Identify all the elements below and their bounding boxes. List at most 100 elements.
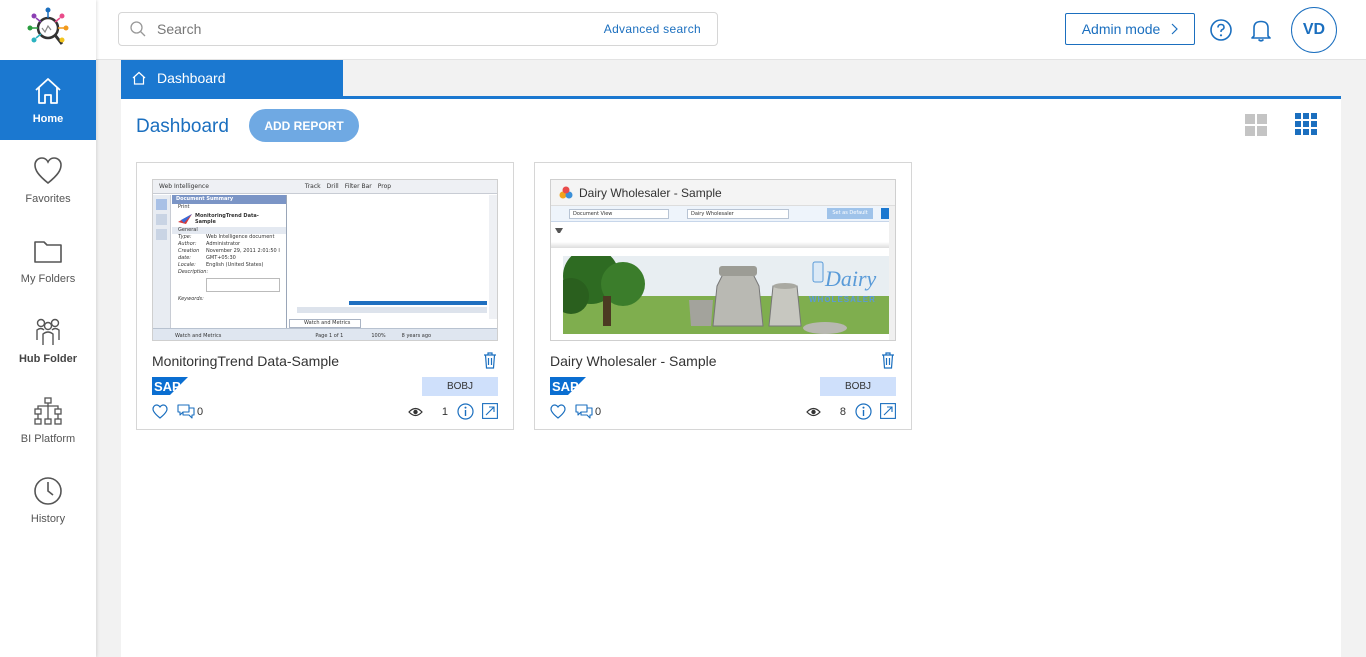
nav-label: BI Platform [20,433,76,445]
report-title[interactable]: Dairy Wholesaler - Sample [550,353,717,369]
sap-logo-icon: SAP [152,377,188,395]
admin-mode-label: Admin mode [1081,21,1161,37]
nav-item-favorites[interactable]: Favorites [0,140,96,220]
small-grid-view-icon[interactable] [1295,113,1317,135]
report-card: Web Intelligence Track Drill Filter Bar … [136,162,514,430]
comment-count: 0 [595,406,602,418]
report-doc-icon [178,214,192,224]
eye-icon [806,407,821,417]
sidebar: Home Favorites My Folders Hub Folder BI … [0,0,96,657]
thumbnail-text: Creation date: [178,248,200,261]
comment-icon[interactable] [575,404,593,420]
expand-icon[interactable] [482,403,498,419]
nav-item-home[interactable]: Home [0,60,96,140]
view-count: 8 [839,406,846,418]
main-content: Dashboard Dashboard ADD REPORT Web Intel… [121,60,1341,657]
large-grid-view-icon[interactable] [1245,114,1267,136]
thumbnail-text: Dairy Wholesaler - Sample [579,185,722,200]
hierarchy-icon [34,397,62,425]
thumbnail-side-strip [153,195,171,330]
nav-label: History [30,513,66,525]
trash-icon[interactable] [881,352,895,369]
svg-text:SAP: SAP [154,379,181,394]
card-footer: 0 1 [152,403,498,421]
report-title[interactable]: MonitoringTrend Data-Sample [152,353,339,369]
thumbnail-text: Web Intelligence [159,183,209,190]
nav-item-hub-folder[interactable]: Hub Folder [0,300,96,380]
info-icon[interactable] [855,403,872,420]
thumbnail-text: 8 years ago [401,332,432,339]
thumbnail-text: Watch and Metrics [175,332,222,339]
thumbnail-text: English (United States) [206,262,264,268]
thumbnail-text: Page 1 of 1 [315,332,344,339]
thumbnail-document-area [289,195,497,319]
home-icon [35,78,61,104]
thumbnail-filter-area [551,222,895,248]
nav-item-bi-platform[interactable]: BI Platform [0,380,96,460]
nav-item-history[interactable]: History [0,460,96,540]
tab-label: Dashboard [157,70,226,86]
thumbnail-text: Prop [377,183,392,190]
search-icon[interactable] [129,20,147,38]
advanced-search-link[interactable]: Advanced search [604,22,701,36]
comment-count: 0 [197,406,204,418]
view-count: 1 [441,406,448,418]
thumbnail-text: Locale: [178,262,196,268]
bell-icon[interactable] [1250,18,1272,42]
thumbnail-toolbar: Web Intelligence Track Drill Filter Bar … [153,180,497,194]
nav-item-my-folders[interactable]: My Folders [0,220,96,300]
app-logo[interactable] [0,0,96,60]
page-title: Dashboard [136,116,229,137]
search-input[interactable] [157,14,604,44]
banner-text: Dairy [824,266,877,291]
thumbnail-toolbar: Document View Dairy Wholesaler Set as De… [551,206,895,222]
nav-label: Home [32,113,64,125]
thumbnail-text: Web Intelligence document [206,234,275,240]
home-icon [132,71,146,85]
thumbnail-text: Filter Bar [344,183,372,190]
thumbnail-text: Print [178,204,190,210]
search-box: Advanced search [118,12,718,46]
people-icon [36,318,60,345]
info-icon[interactable] [457,403,474,420]
tab-dashboard[interactable]: Dashboard [121,60,343,96]
thumbnail-text: MonitoringTrend Data-Sample [195,213,259,225]
nav-label: Hub Folder [18,353,78,365]
svg-text:SAP: SAP [552,379,579,394]
thumbnail-text: Document Summary [172,195,286,204]
heart-icon[interactable] [550,404,566,419]
top-bar: Advanced search Admin mode VD [96,0,1366,60]
heart-icon [34,157,62,185]
logo-icon [27,7,69,45]
user-avatar[interactable]: VD [1291,7,1337,53]
thumbnail-summary-panel: Document Summary Print MonitoringTrend D… [172,195,287,330]
report-thumbnail[interactable]: Dairy Wholesaler - Sample Document View … [550,179,896,341]
thumbnail-text: Type: [178,234,192,240]
dairy-banner-image: Dairy WHOLESALER [563,256,893,334]
admin-mode-button[interactable]: Admin mode [1065,13,1195,45]
trash-icon[interactable] [483,352,497,369]
dashboard-logo-icon [559,186,573,198]
thumbnail-text: Drill [326,183,339,190]
report-card: Dairy Wholesaler - Sample Document View … [534,162,912,430]
thumbnail-text: Set as Default [827,208,873,219]
sap-logo-icon: SAP [550,377,586,395]
help-icon[interactable] [1209,18,1233,42]
add-report-button[interactable]: ADD REPORT [249,109,359,142]
thumbnail-text: Track [304,183,321,190]
comment-icon[interactable] [177,404,195,420]
thumbnail-text: November 29, 2011 2:01:50 I GMT+05:30 [206,248,280,261]
report-thumbnail[interactable]: Web Intelligence Track Drill Filter Bar … [152,179,498,341]
tab-strip: Dashboard [121,60,1341,99]
thumbnail-text: Author: [178,241,197,247]
thumbnail-text: Document View [569,209,669,219]
heart-icon[interactable] [152,404,168,419]
nav-label: Favorites [25,193,71,205]
thumbnail-banner-image: Dairy WHOLESALER [563,256,893,334]
card-footer: 0 8 [550,403,896,421]
nav-label: My Folders [20,273,76,285]
expand-icon[interactable] [880,403,896,419]
thumbnail-text: Dairy Wholesaler [687,209,789,219]
thumbnail-header: Dairy Wholesaler - Sample [551,180,895,206]
thumbnail-text: Description: [178,269,209,275]
